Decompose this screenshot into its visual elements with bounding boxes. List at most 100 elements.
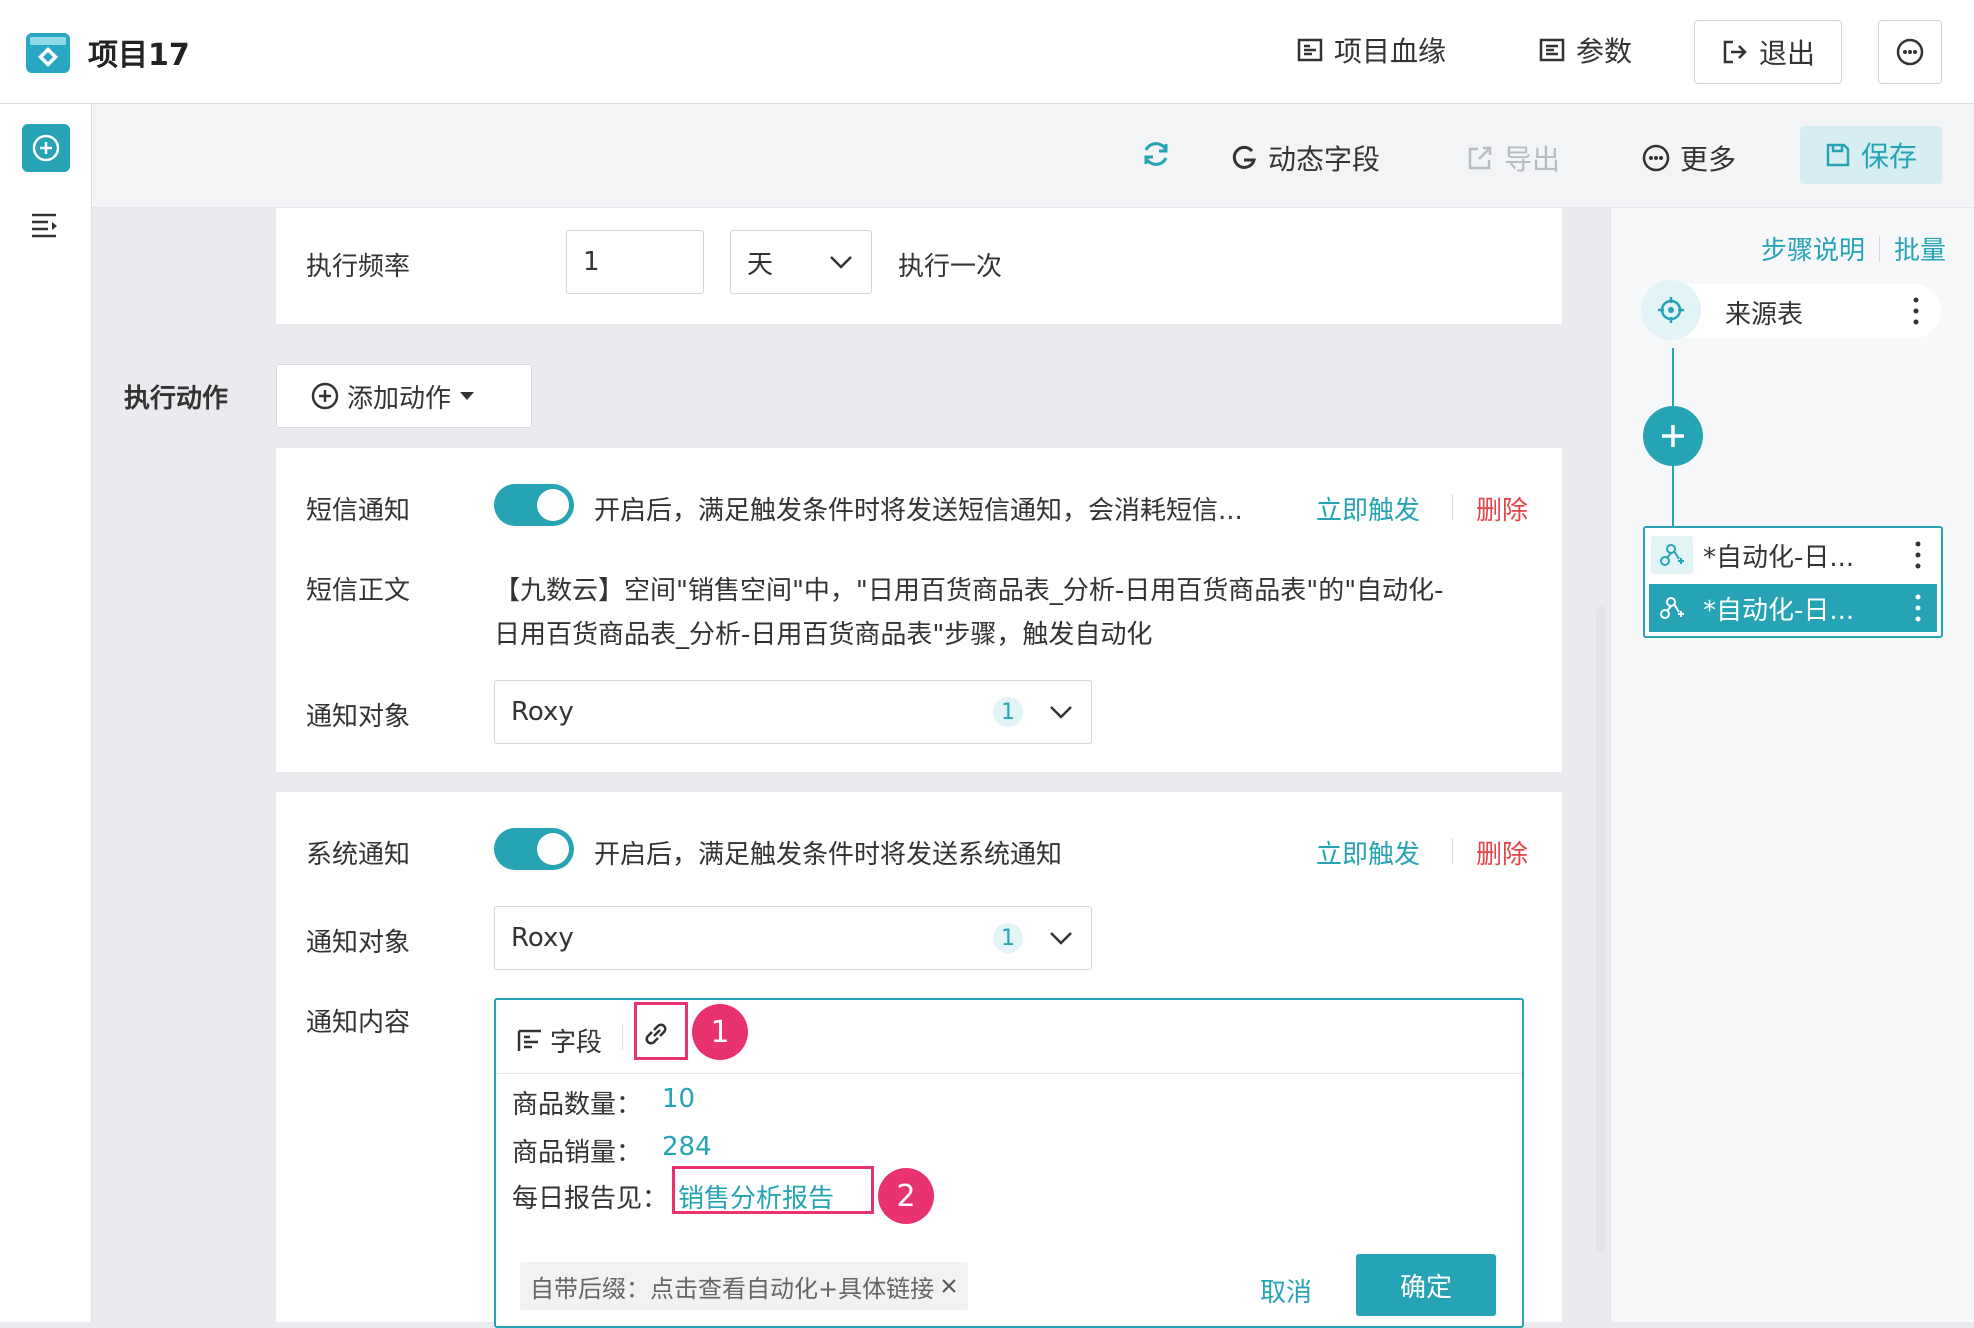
plus-icon	[1662, 425, 1684, 447]
dynamic-field-label: 动态字段	[1268, 143, 1381, 176]
sms-target-select[interactable]: Roxy 1	[494, 680, 1092, 744]
add-step-button[interactable]	[22, 124, 70, 172]
save-icon	[1826, 143, 1850, 167]
frequency-suffix: 执行一次	[898, 252, 1003, 282]
kebab-menu-icon[interactable]	[1915, 593, 1921, 623]
steps-header: 步骤说明 批量	[1761, 230, 1946, 267]
confirm-button[interactable]: 确定	[1356, 1254, 1496, 1316]
system-toggle[interactable]	[494, 828, 574, 870]
sms-delete-link[interactable]: 删除	[1476, 490, 1528, 527]
caret-down-icon	[460, 392, 475, 400]
close-icon[interactable]	[940, 1277, 958, 1295]
system-target-select[interactable]: Roxy 1	[494, 906, 1092, 970]
automation-icon	[1651, 589, 1693, 627]
add-circle-icon	[32, 134, 60, 162]
sms-target-count: 1	[993, 697, 1023, 727]
exit-button[interactable]: 退出	[1694, 20, 1842, 84]
steps-panel: 步骤说明 批量 来源表 *自动化-日... *自动化-日...	[1610, 208, 1974, 1322]
exit-label: 退出	[1758, 37, 1815, 70]
automation-group: *自动化-日... *自动化-日...	[1643, 526, 1943, 638]
sms-divider	[1452, 494, 1453, 520]
system-target-count: 1	[993, 923, 1023, 953]
refresh-button[interactable]	[1140, 138, 1172, 170]
list-view-icon[interactable]	[30, 212, 60, 238]
params-label: 参数	[1576, 35, 1633, 68]
sms-target-label: 通知对象	[306, 702, 411, 732]
field-icon	[517, 1029, 541, 1051]
sms-trigger-link[interactable]: 立即触发	[1316, 490, 1420, 527]
system-desc: 开启后，满足触发条件时将发送系统通知	[594, 840, 1063, 870]
frequency-unit-value: 天	[747, 249, 774, 280]
source-table-node[interactable]: 来源表	[1641, 280, 1941, 340]
content-line-2-value: 284	[662, 1132, 712, 1162]
suffix-tag: 自带后缀：点击查看自动化+具体链接	[520, 1262, 969, 1310]
kebab-menu-icon[interactable]	[1913, 296, 1919, 326]
sms-body-line2: 日用百货商品表_分析-日用百货商品表"步骤，触发自动化	[494, 620, 1153, 650]
sms-card: 短信通知 开启后，满足触发条件时将发送短信通知，会消耗短信... 立即触发 删除…	[276, 448, 1562, 772]
sms-label: 短信通知	[306, 496, 411, 526]
content-line-1-label: 商品数量：	[512, 1090, 643, 1120]
automation-step-1-label: *自动化-日...	[1703, 542, 1855, 573]
more-circle-icon	[1895, 37, 1925, 67]
frequency-label: 执行频率	[306, 252, 411, 282]
batch-link[interactable]: 批量	[1894, 230, 1946, 267]
add-circle-icon	[311, 382, 339, 410]
add-action-button[interactable]: 添加动作	[276, 364, 532, 428]
lineage-button[interactable]: 项目血缘	[1296, 30, 1446, 70]
sms-toggle[interactable]	[494, 484, 574, 526]
export-label: 导出	[1504, 143, 1561, 176]
kebab-menu-icon[interactable]	[1915, 540, 1921, 570]
add-node-button[interactable]	[1643, 406, 1703, 466]
link-button-highlight	[634, 1002, 688, 1060]
exit-icon	[1721, 38, 1749, 66]
cancel-button[interactable]: 取消	[1260, 1272, 1312, 1309]
left-sidebar	[0, 104, 92, 1322]
chevron-down-icon	[1050, 932, 1072, 945]
system-delete-link[interactable]: 删除	[1476, 834, 1528, 871]
annotation-marker-1: 1	[692, 1004, 748, 1060]
automation-step-2[interactable]: *自动化-日...	[1649, 584, 1937, 632]
lineage-icon	[1296, 36, 1324, 64]
system-divider	[1452, 838, 1453, 864]
dynamic-field-button[interactable]: 动态字段	[1230, 138, 1380, 178]
actions-label: 执行动作	[124, 384, 229, 414]
more-button[interactable]: 更多	[1642, 138, 1736, 178]
more-icon	[1642, 144, 1670, 172]
frequency-unit-select[interactable]: 天	[730, 230, 872, 294]
params-icon	[1538, 36, 1566, 64]
export-button[interactable]: 导出	[1466, 138, 1560, 178]
sms-target-value: Roxy	[511, 697, 574, 727]
frequency-input[interactable]: 1	[566, 230, 704, 294]
add-action-label: 添加动作	[347, 383, 452, 414]
editor-toolbar: 动态字段 导出 更多	[92, 104, 1974, 208]
save-button[interactable]: 保存	[1800, 126, 1942, 184]
save-label: 保存	[1860, 140, 1917, 173]
automation-icon	[1651, 536, 1693, 574]
more-options-button[interactable]	[1878, 20, 1942, 84]
automation-step-1[interactable]: *自动化-日...	[1649, 532, 1937, 578]
chevron-down-icon	[1050, 706, 1072, 719]
export-icon	[1468, 146, 1492, 170]
sms-body-line1: 【九数云】空间"销售空间"中，"日用百货商品表_分析-日用百货商品表"的"自动化…	[494, 576, 1444, 606]
sms-desc: 开启后，满足触发条件时将发送短信通知，会消耗短信...	[594, 496, 1243, 526]
report-link-highlight	[672, 1166, 874, 1214]
scrollbar[interactable]	[1596, 606, 1606, 1252]
toolbar-divider	[622, 1024, 623, 1050]
source-table-label: 来源表	[1725, 300, 1804, 330]
lineage-label: 项目血缘	[1334, 35, 1447, 68]
content-line-1: 商品数量： 10	[512, 1084, 695, 1121]
project-logo-icon	[26, 33, 70, 73]
chevron-down-icon	[830, 256, 852, 269]
field-label: 字段	[550, 1028, 603, 1058]
system-trigger-link[interactable]: 立即触发	[1316, 834, 1420, 871]
system-target-label: 通知对象	[306, 928, 411, 958]
source-table-icon	[1641, 280, 1701, 340]
system-target-value: Roxy	[511, 923, 574, 953]
insert-field-button[interactable]: 字段	[516, 1022, 602, 1059]
refresh-icon	[1144, 142, 1168, 166]
content-line-3-label: 每日报告见：	[512, 1184, 669, 1214]
content-line-2: 商品销量： 284	[512, 1132, 712, 1169]
system-label: 系统通知	[306, 840, 411, 870]
step-help-link[interactable]: 步骤说明	[1761, 230, 1865, 267]
params-button[interactable]: 参数	[1538, 30, 1632, 70]
